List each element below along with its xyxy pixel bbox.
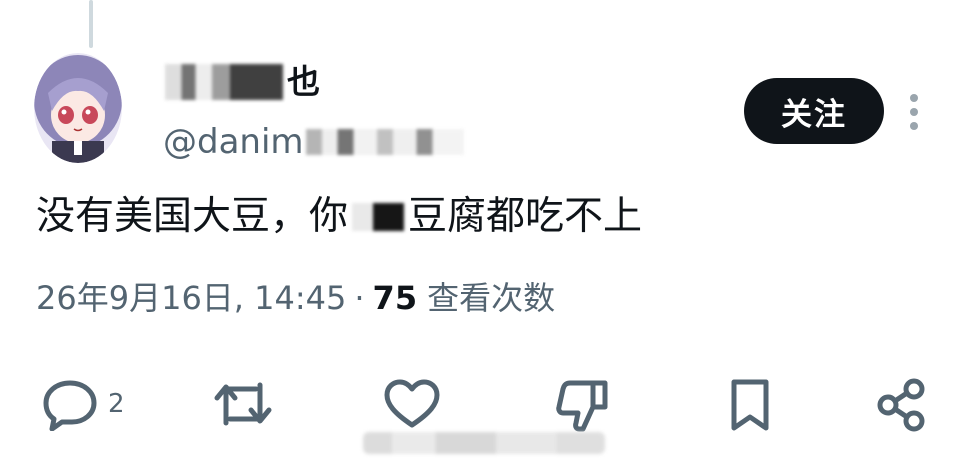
timestamp[interactable]: 26年9月16日, 14:45 bbox=[36, 278, 346, 318]
avatar-image bbox=[34, 53, 122, 163]
watermark bbox=[363, 432, 605, 454]
reply-count: 2 bbox=[108, 389, 125, 419]
redacted-handle bbox=[305, 129, 464, 155]
more-icon[interactable] bbox=[903, 92, 925, 132]
dislike-button[interactable] bbox=[553, 377, 611, 435]
author-name-text: 也 bbox=[287, 62, 320, 101]
reply-icon bbox=[43, 380, 97, 431]
author-name[interactable]: 也 bbox=[165, 62, 320, 102]
bookmark-button[interactable] bbox=[725, 377, 775, 433]
tweet-text-part2: 豆腐都吃不上 bbox=[408, 194, 643, 239]
tweet-text: 没有美国大豆，你 豆腐都吃不上 bbox=[36, 192, 642, 242]
retweet-button[interactable] bbox=[212, 377, 274, 431]
like-button[interactable] bbox=[382, 377, 442, 431]
thread-line bbox=[89, 0, 93, 48]
author-handle-text: @danim bbox=[163, 122, 304, 162]
redacted-name bbox=[165, 64, 283, 100]
redacted-word bbox=[352, 203, 405, 231]
views-count: 75 bbox=[372, 279, 418, 317]
dislike-icon bbox=[556, 380, 608, 432]
retweet-icon bbox=[214, 382, 272, 426]
like-icon bbox=[384, 379, 440, 428]
share-icon bbox=[877, 378, 925, 432]
follow-button[interactable]: 关注 bbox=[744, 78, 884, 144]
tweet-text-part1: 没有美国大豆，你 bbox=[36, 194, 349, 239]
tweet-meta: 26年9月16日, 14:45 · 75 查看次数 bbox=[36, 278, 555, 318]
author-handle[interactable]: @danim bbox=[163, 120, 464, 164]
reply-button[interactable]: 2 bbox=[40, 377, 125, 431]
share-button[interactable] bbox=[874, 377, 930, 433]
bookmark-icon bbox=[731, 379, 769, 431]
meta-separator: · bbox=[354, 279, 365, 317]
avatar[interactable] bbox=[34, 53, 122, 163]
views-label: 查看次数 bbox=[427, 279, 556, 317]
